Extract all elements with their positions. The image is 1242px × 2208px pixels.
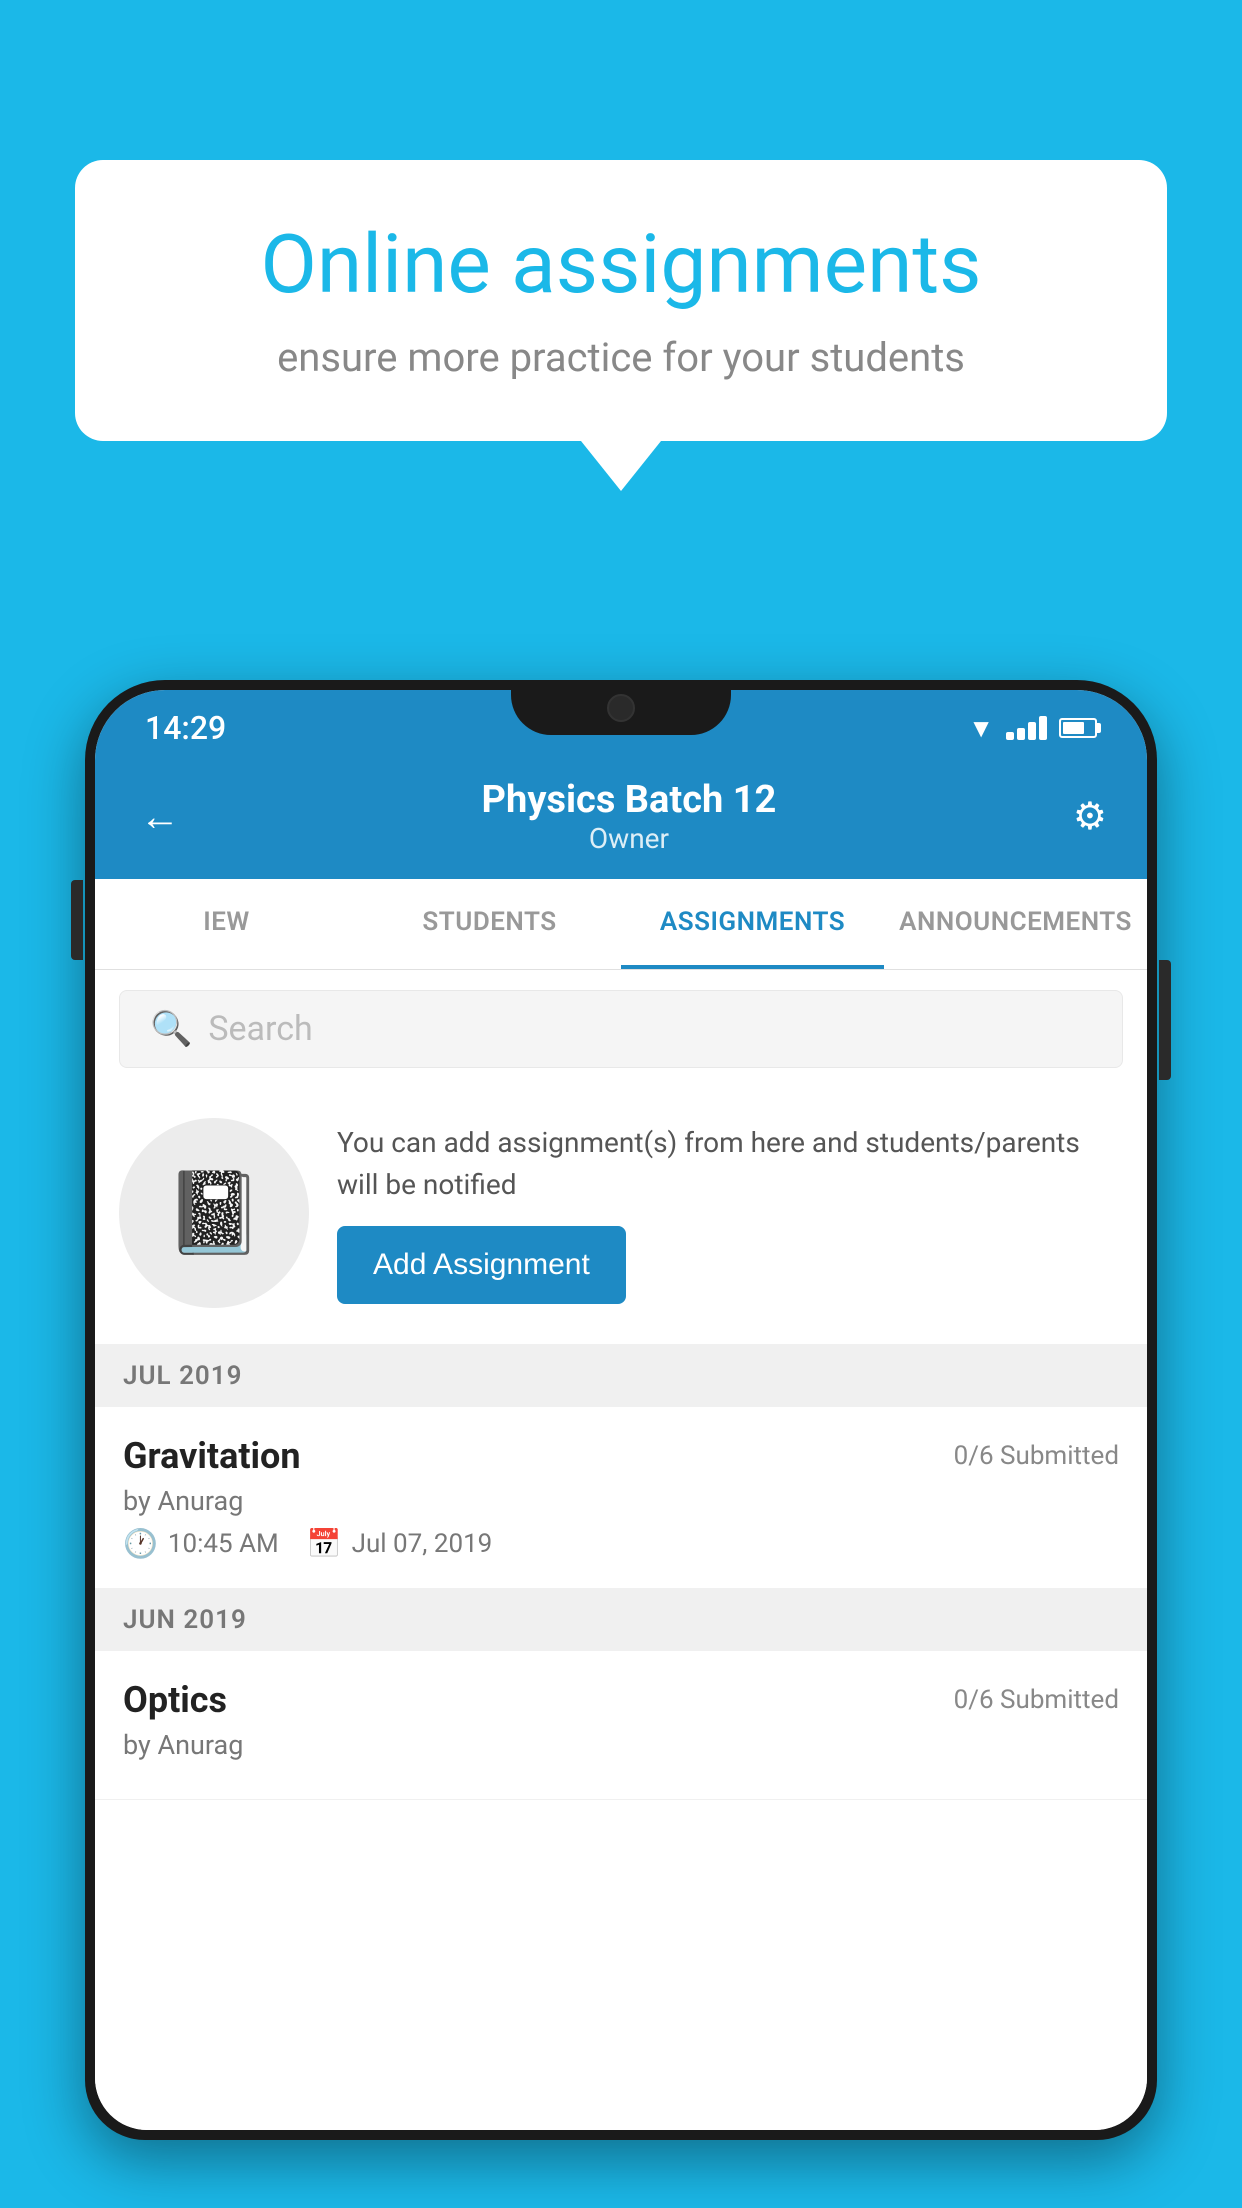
phone-wrapper: 14:29 ▼ bbox=[85, 680, 1157, 2208]
notebook-icon: 📓 bbox=[164, 1166, 264, 1260]
add-assignment-description: You can add assignment(s) from here and … bbox=[337, 1122, 1123, 1206]
signal-icon bbox=[1006, 716, 1047, 740]
phone-screen: 14:29 ▼ bbox=[95, 690, 1147, 2130]
assignment-time-gravitation: 🕐 10:45 AM bbox=[123, 1527, 279, 1560]
add-assignment-right: You can add assignment(s) from here and … bbox=[337, 1122, 1123, 1304]
tabs-bar: IEW STUDENTS ASSIGNMENTS ANNOUNCEMENTS bbox=[95, 879, 1147, 970]
assignment-name-optics: Optics bbox=[123, 1679, 227, 1721]
assignment-author-gravitation: by Anurag bbox=[123, 1485, 1119, 1517]
status-time: 14:29 bbox=[145, 709, 226, 747]
tab-students[interactable]: STUDENTS bbox=[358, 879, 621, 969]
assignment-submitted-gravitation: 0/6 Submitted bbox=[954, 1441, 1119, 1471]
battery-icon bbox=[1059, 718, 1097, 738]
phone-notch bbox=[511, 680, 731, 735]
search-icon: 🔍 bbox=[150, 1009, 192, 1049]
search-placeholder: Search bbox=[208, 1009, 312, 1049]
volume-button-left bbox=[71, 880, 83, 960]
speech-bubble-subtitle: ensure more practice for your students bbox=[155, 334, 1087, 381]
assignment-icon-circle: 📓 bbox=[119, 1118, 309, 1308]
tab-announcements[interactable]: ANNOUNCEMENTS bbox=[884, 879, 1147, 969]
header-subtitle: Owner bbox=[482, 822, 777, 855]
status-icons: ▼ bbox=[968, 713, 1097, 744]
speech-bubble: Online assignments ensure more practice … bbox=[75, 160, 1167, 441]
header-title-group: Physics Batch 12 Owner bbox=[482, 778, 777, 855]
assignment-author-optics: by Anurag bbox=[123, 1729, 1119, 1761]
speech-bubble-arrow bbox=[581, 441, 661, 491]
month-header-jul: JUL 2019 bbox=[95, 1345, 1147, 1407]
power-button-right bbox=[1159, 960, 1171, 1080]
clock-icon: 🕐 bbox=[123, 1527, 158, 1560]
tab-iew[interactable]: IEW bbox=[95, 879, 358, 969]
wifi-icon: ▼ bbox=[968, 713, 994, 744]
assignment-submitted-optics: 0/6 Submitted bbox=[954, 1685, 1119, 1715]
assignment-name-gravitation: Gravitation bbox=[123, 1435, 301, 1477]
app-header: ← Physics Batch 12 Owner ⚙ bbox=[95, 758, 1147, 879]
assignment-date-gravitation: 📅 Jul 07, 2019 bbox=[307, 1527, 493, 1560]
search-container: 🔍 Search bbox=[95, 970, 1147, 1088]
assignment-date-value: Jul 07, 2019 bbox=[352, 1529, 493, 1559]
tab-assignments[interactable]: ASSIGNMENTS bbox=[621, 879, 884, 969]
phone-camera bbox=[607, 694, 635, 722]
header-title: Physics Batch 12 bbox=[482, 778, 777, 822]
calendar-icon: 📅 bbox=[307, 1527, 342, 1560]
settings-button[interactable]: ⚙ bbox=[1073, 794, 1107, 839]
assignment-row1-optics: Optics 0/6 Submitted bbox=[123, 1679, 1119, 1721]
search-box[interactable]: 🔍 Search bbox=[119, 990, 1123, 1068]
speech-bubble-title: Online assignments bbox=[155, 220, 1087, 310]
back-button[interactable]: ← bbox=[135, 788, 185, 845]
month-header-jun: JUN 2019 bbox=[95, 1589, 1147, 1651]
assignment-time-value: 10:45 AM bbox=[168, 1529, 279, 1559]
add-assignment-card: 📓 You can add assignment(s) from here an… bbox=[95, 1088, 1147, 1345]
assignment-meta-gravitation: 🕐 10:45 AM 📅 Jul 07, 2019 bbox=[123, 1527, 1119, 1560]
assignment-item-gravitation[interactable]: Gravitation 0/6 Submitted by Anurag 🕐 10… bbox=[95, 1407, 1147, 1589]
assignment-item-optics[interactable]: Optics 0/6 Submitted by Anurag bbox=[95, 1651, 1147, 1800]
add-assignment-button[interactable]: Add Assignment bbox=[337, 1226, 626, 1304]
phone-outer: 14:29 ▼ bbox=[85, 680, 1157, 2140]
speech-bubble-container: Online assignments ensure more practice … bbox=[75, 160, 1167, 491]
assignment-row1: Gravitation 0/6 Submitted bbox=[123, 1435, 1119, 1477]
content-area: 🔍 Search 📓 You can add assignment(s) fro… bbox=[95, 970, 1147, 2130]
